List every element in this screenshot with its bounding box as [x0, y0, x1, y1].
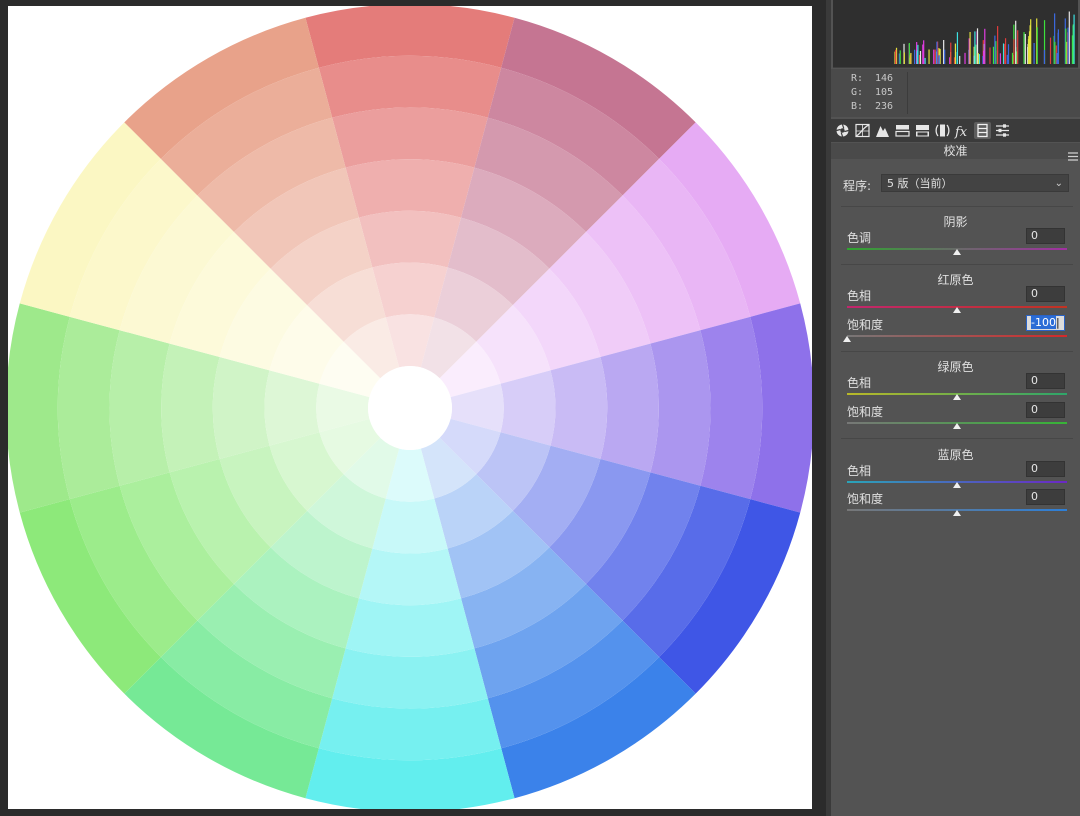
- b-readout: B: 236: [851, 101, 894, 112]
- image-canvas-area: [0, 0, 826, 816]
- red-hue-input[interactable]: 0: [1026, 286, 1065, 302]
- process-label: 程序:: [843, 179, 872, 193]
- green-saturation-input[interactable]: 0: [1026, 402, 1065, 418]
- g-readout: G: 105: [851, 87, 894, 98]
- wheel-segment: [372, 498, 448, 554]
- rgb-readout: R: 146 G: 105 B: 236: [831, 69, 1080, 117]
- panel-menu-icon[interactable]: [1068, 146, 1078, 161]
- readout-separator: [907, 72, 908, 114]
- blue-hue-label: 色相: [847, 464, 872, 478]
- green-saturation-label: 饱和度: [847, 405, 884, 419]
- divider: [841, 264, 1073, 265]
- shadows-tint-thumb[interactable]: [953, 249, 961, 255]
- divider: [841, 351, 1073, 352]
- red-saturation-label: 饱和度: [847, 318, 884, 332]
- r-readout: R: 146: [851, 73, 894, 84]
- blue-hue-thumb[interactable]: [953, 482, 961, 488]
- wheel-segment: [372, 262, 448, 318]
- wheel-segment: [358, 210, 462, 268]
- shadows-tint-label: 色调: [847, 231, 872, 245]
- split-toning-icon[interactable]: [914, 122, 931, 139]
- tone-curve-icon[interactable]: [854, 122, 871, 139]
- red-saturation-thumb[interactable]: [843, 336, 851, 342]
- wheel-segment: [109, 330, 170, 486]
- process-version-value: 5 版（当前）: [887, 177, 953, 190]
- panel-tabs-toolbar: fx: [831, 119, 1080, 142]
- wheel-segment: [600, 343, 659, 473]
- wheel-segment: [212, 356, 270, 460]
- wheel-segment: [332, 648, 488, 709]
- wheel-segment: [345, 159, 475, 218]
- wheel-center: [368, 366, 452, 450]
- histogram: [833, 0, 1078, 68]
- lens-correction-icon[interactable]: [934, 122, 951, 139]
- aperture-icon[interactable]: [834, 122, 851, 139]
- wheel-segment: [345, 598, 475, 657]
- wheel-segment: [358, 548, 462, 606]
- divider: [841, 438, 1073, 439]
- svg-text:fx: fx: [954, 125, 968, 139]
- green-hue-label: 色相: [847, 376, 872, 390]
- wheel-segment: [161, 343, 220, 473]
- panel-title: 校准: [831, 143, 1080, 159]
- color-wheel-image: [8, 6, 812, 809]
- calibration-icon[interactable]: [974, 122, 991, 139]
- hsl-icon[interactable]: [894, 122, 911, 139]
- detail-icon[interactable]: [874, 122, 891, 139]
- process-version-dropdown[interactable]: 5 版（当前） ⌄: [881, 174, 1069, 192]
- red-saturation-input[interactable]: -100|: [1026, 315, 1065, 331]
- blue-saturation-input[interactable]: 0: [1026, 489, 1065, 505]
- wheel-segment: [650, 330, 711, 486]
- shadows-tint-input[interactable]: 0: [1026, 228, 1065, 244]
- chevron-down-icon: ⌄: [1054, 178, 1063, 189]
- green-saturation-thumb[interactable]: [953, 423, 961, 429]
- red-hue-thumb[interactable]: [953, 307, 961, 313]
- wheel-segment: [264, 370, 320, 446]
- blue-hue-input[interactable]: 0: [1026, 461, 1065, 477]
- red-hue-label: 色相: [847, 289, 872, 303]
- blue-saturation-thumb[interactable]: [953, 510, 961, 516]
- wheel-segment: [332, 107, 488, 168]
- green-hue-thumb[interactable]: [953, 394, 961, 400]
- document-canvas[interactable]: [8, 6, 812, 809]
- wheel-segment: [500, 370, 556, 446]
- divider: [841, 206, 1073, 207]
- blue-saturation-label: 饱和度: [847, 492, 884, 506]
- green-hue-input[interactable]: 0: [1026, 373, 1065, 389]
- red-saturation-slider[interactable]: [847, 335, 1067, 337]
- presets-icon[interactable]: [994, 122, 1011, 139]
- wheel-segment: [550, 356, 608, 460]
- camera-raw-panel: R: 146 G: 105 B: 236 fx 校准 程序: 5 版（当前） ⌄…: [831, 0, 1080, 816]
- effects-fx-icon[interactable]: fx: [954, 122, 971, 139]
